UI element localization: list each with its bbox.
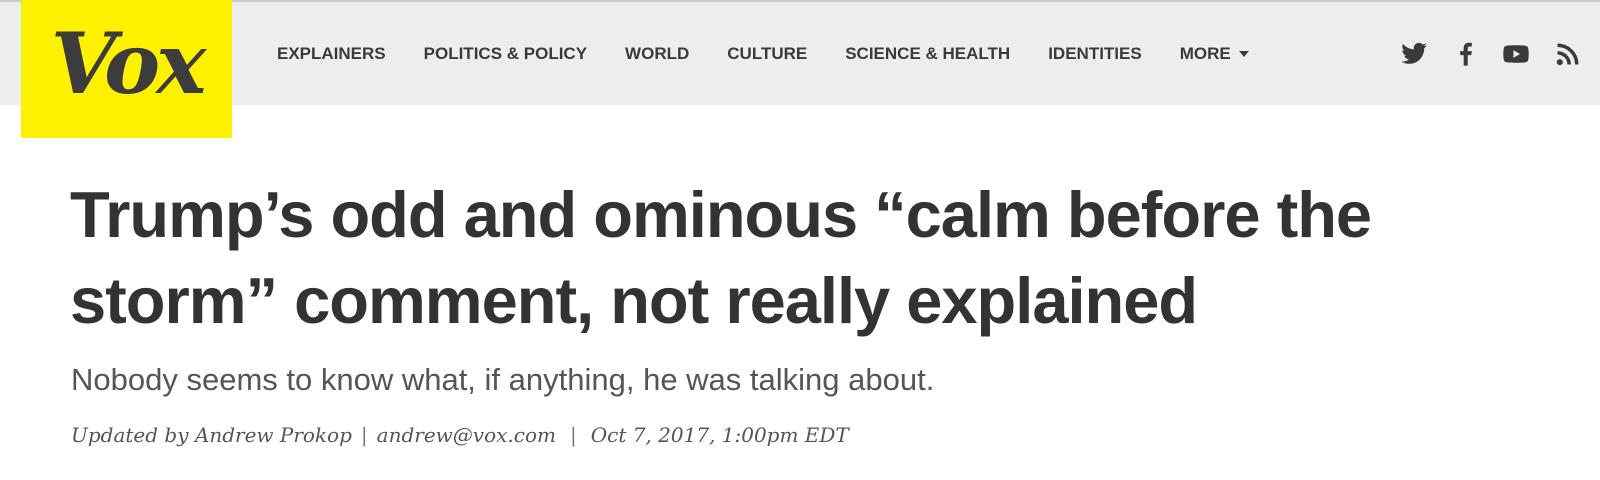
byline-author: Updated by Andrew Prokop [71,423,352,447]
nav-explainers[interactable]: EXPLAINERS [277,44,386,64]
vox-logo[interactable]: Vox [21,0,232,138]
site-header: EXPLAINERS POLITICS & POLICY WORLD CULTU… [0,2,1600,105]
nav-more[interactable]: MORE [1180,44,1249,64]
byline-separator: | [569,423,577,447]
nav-identities[interactable]: IDENTITIES [1048,44,1142,64]
nav-more-label: MORE [1179,43,1231,63]
main-nav: EXPLAINERS POLITICS & POLICY WORLD CULTU… [277,2,1287,105]
twitter-icon[interactable] [1400,40,1428,68]
facebook-icon[interactable] [1452,40,1480,68]
nav-science-health[interactable]: SCIENCE & HEALTH [845,44,1010,64]
rss-icon[interactable] [1554,40,1582,68]
nav-culture[interactable]: CULTURE [727,44,807,64]
caret-down-icon [1238,50,1249,57]
byline-email-link[interactable]: andrew@vox.com [377,423,556,447]
byline-date: Oct 7, 2017, 1:00pm EDT [590,423,849,447]
logo-text: Vox [50,13,207,113]
byline-separator: | [360,423,368,447]
article-headline: Trump’s odd and ominous “calm before the… [70,178,1372,337]
nav-politics-policy[interactable]: POLITICS & POLICY [424,44,587,64]
article-byline: Updated by Andrew Prokop | andrew@vox.com |… [71,423,849,447]
nav-world[interactable]: WORLD [625,44,689,64]
article-dek: Nobody seems to know what, if anything, … [71,362,935,397]
youtube-icon[interactable] [1502,40,1530,68]
